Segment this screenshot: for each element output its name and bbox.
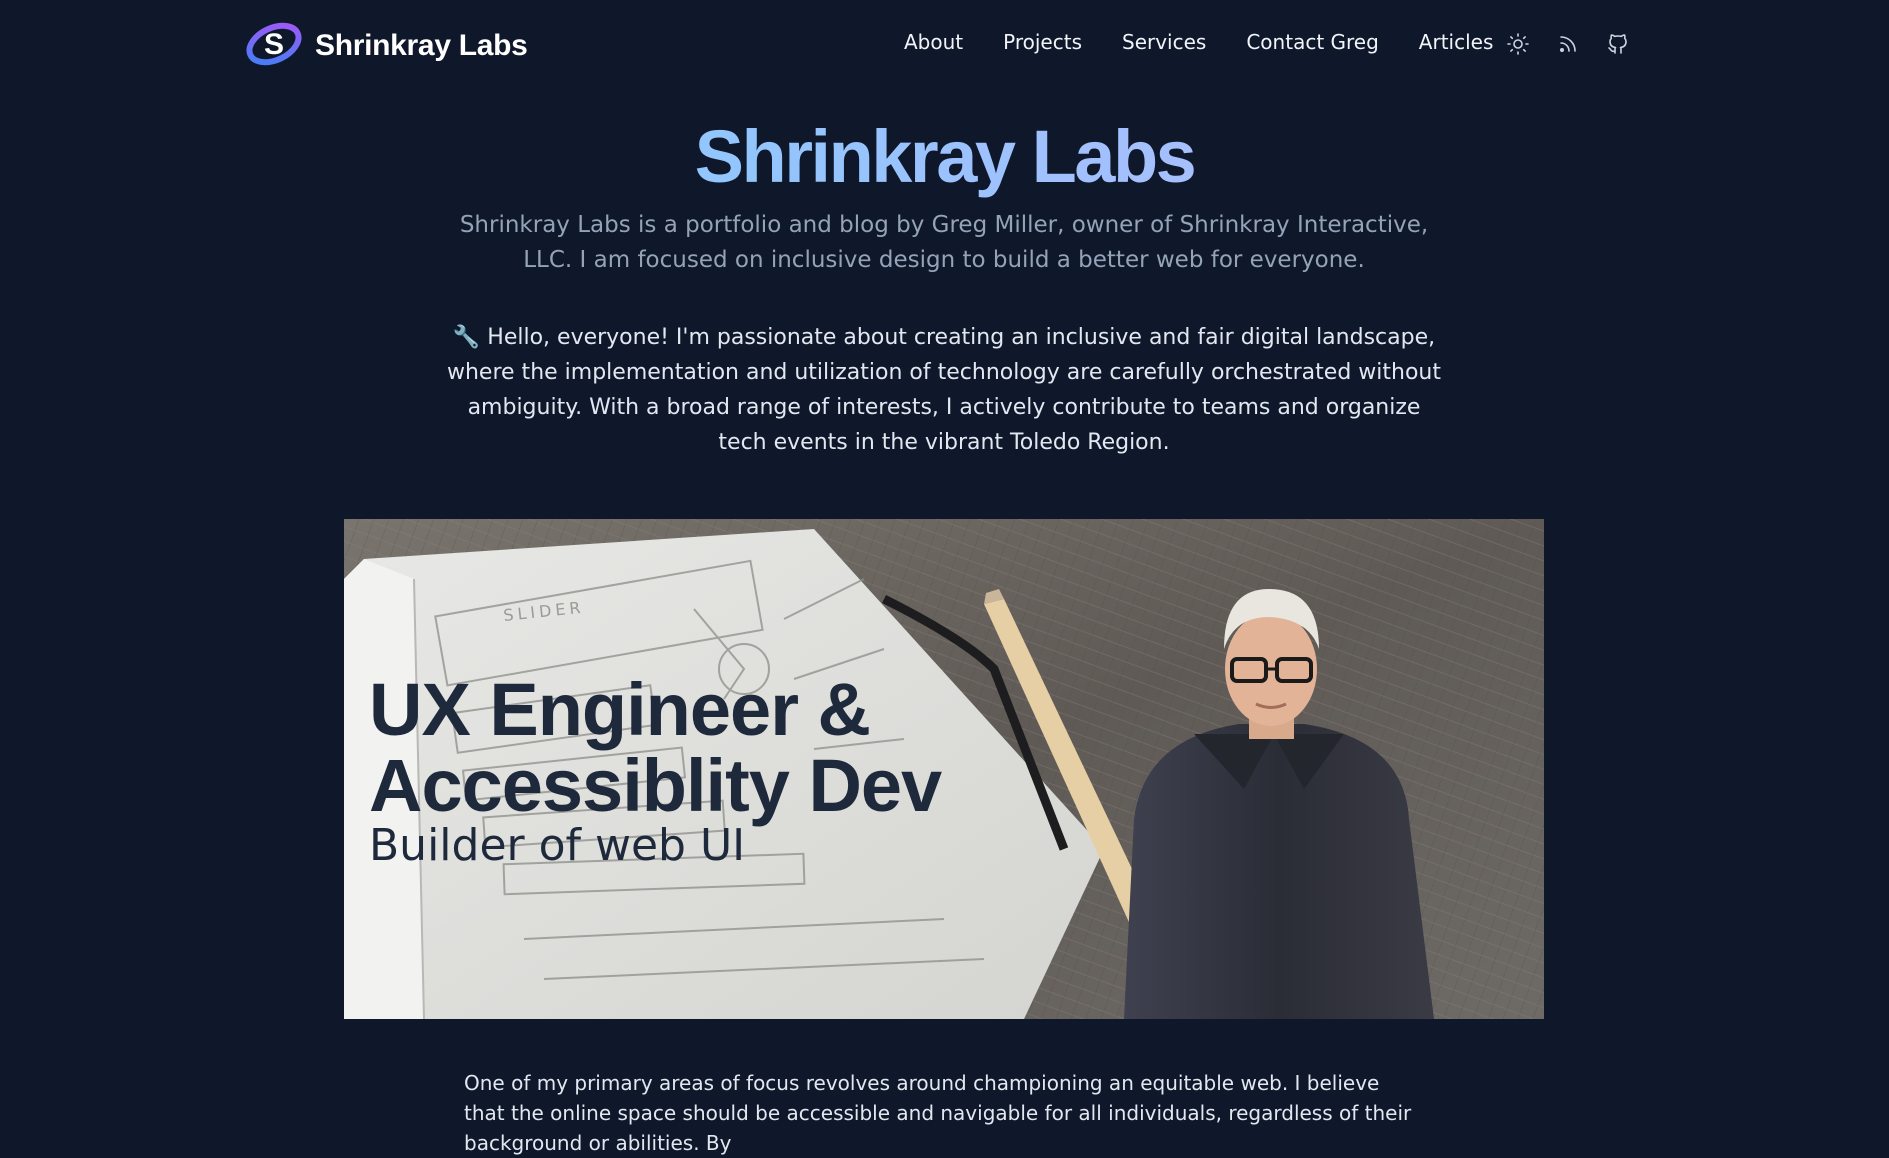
intro-paragraph: 🔧 Hello, everyone! I'm passionate about …	[444, 320, 1444, 460]
tagline: Shrinkray Labs is a portfolio and blog b…	[459, 212, 1429, 273]
svg-text:S: S	[264, 28, 284, 61]
header-icons	[1506, 32, 1630, 56]
body-paragraph: One of my primary areas of focus revolve…	[464, 1071, 1412, 1155]
main-nav: About Projects Services Contact Greg Art…	[904, 30, 1493, 54]
banner-headline-line2: Accessiblity Dev	[369, 744, 942, 827]
nav-about[interactable]: About	[904, 30, 963, 54]
hero-banner-image: SLIDER UX Engineer & Accessiblity Dev Bu…	[344, 519, 1544, 1019]
nav-contact-greg[interactable]: Contact Greg	[1246, 30, 1378, 54]
nav-projects[interactable]: Projects	[1003, 30, 1082, 54]
banner-subheadline: Builder of web UI	[369, 820, 746, 871]
shrinkray-logo-icon: S	[244, 20, 304, 72]
page: S Shrinkray Labs About Projects Services…	[0, 0, 1889, 1155]
banner-headline: UX Engineer & Accessiblity Dev	[369, 672, 1069, 824]
page-title: Shrinkray Labs	[0, 112, 1889, 202]
rss-icon[interactable]	[1556, 32, 1580, 56]
wrench-icon: 🔧	[452, 325, 481, 350]
nav-articles[interactable]: Articles	[1419, 30, 1494, 54]
banner-headline-line1: UX Engineer &	[369, 668, 871, 751]
brand-name: Shrinkray Labs	[315, 29, 528, 62]
intro-text: Hello, everyone! I'm passionate about cr…	[447, 325, 1441, 455]
sun-icon[interactable]	[1506, 32, 1530, 56]
brand-link[interactable]: S Shrinkray Labs	[244, 20, 528, 72]
github-icon[interactable]	[1606, 32, 1630, 56]
site-header: S Shrinkray Labs About Projects Services…	[0, 0, 1889, 90]
nav-services[interactable]: Services	[1122, 30, 1206, 54]
